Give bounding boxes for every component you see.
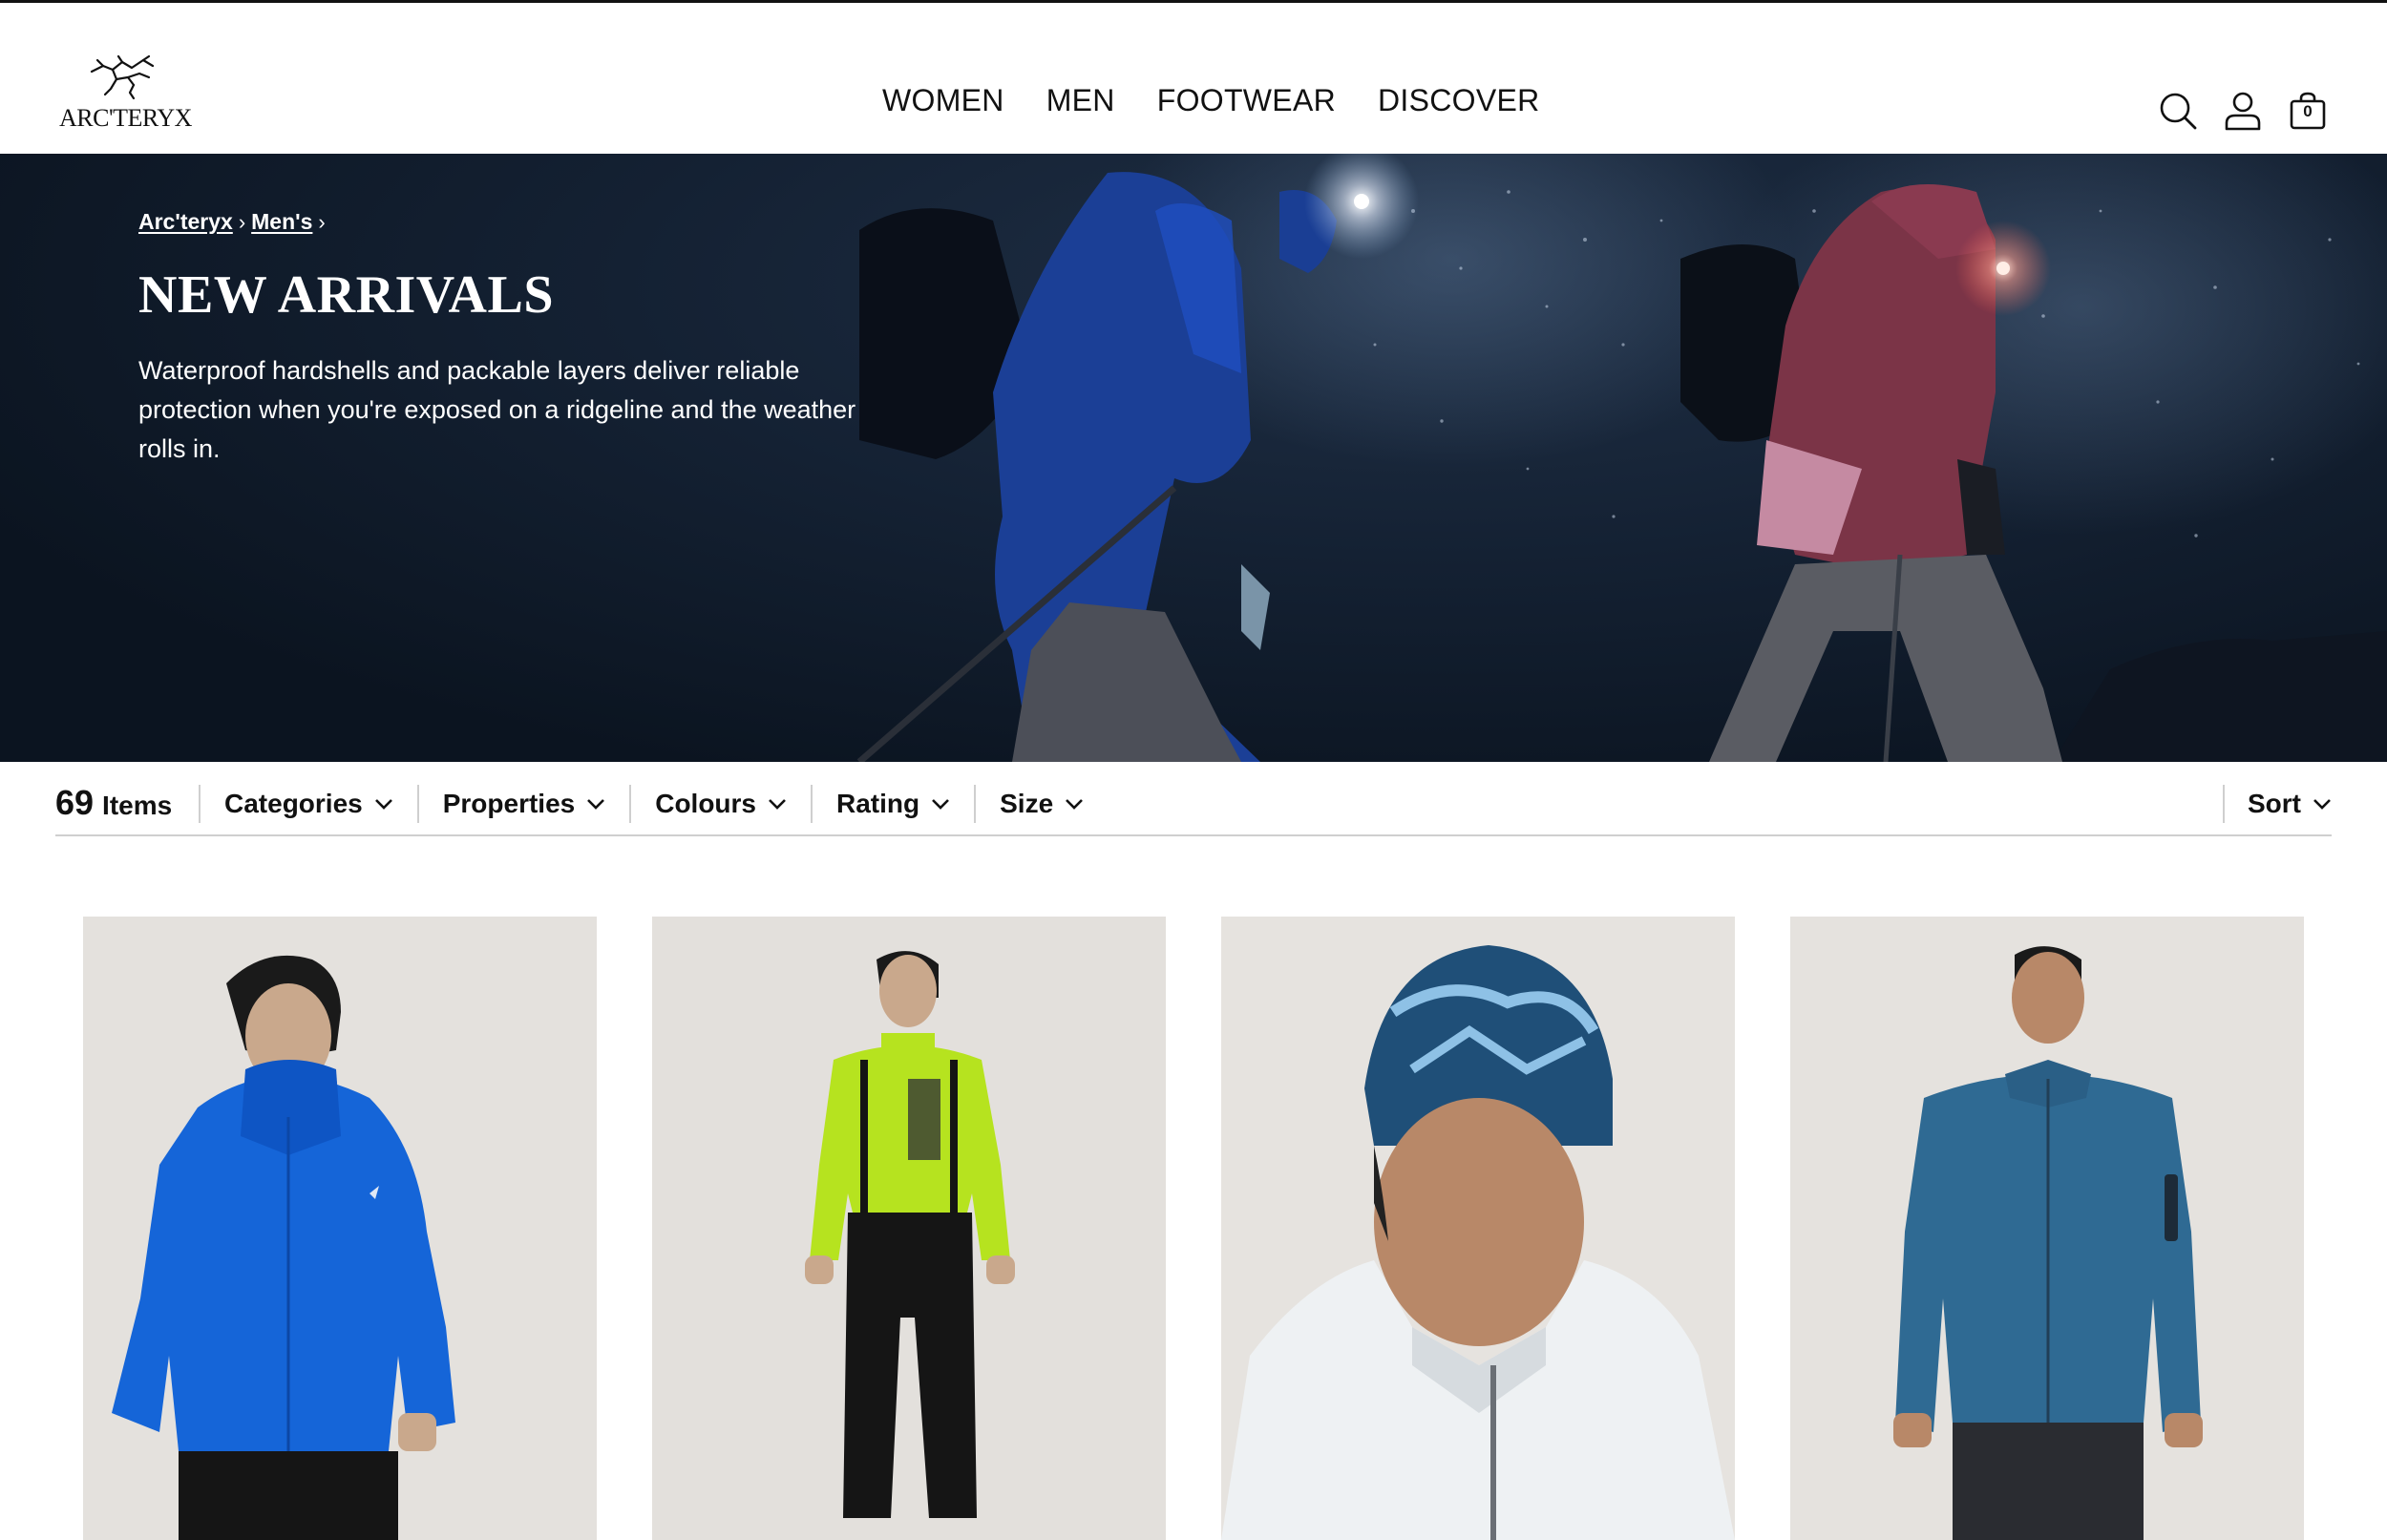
search-button[interactable] [2158, 91, 2198, 131]
item-count-label: Items [102, 791, 173, 820]
product-card[interactable] [1790, 917, 2304, 1540]
filter-bar: 69 Items Categories Properties Colours R… [55, 762, 2332, 836]
sort-label: Sort [2248, 789, 2301, 818]
brand-wordmark: ARC'TERYX [59, 104, 192, 132]
product-image [1221, 917, 1735, 1540]
chevron-down-icon [587, 799, 605, 810]
filter-list: Categories Properties Colours Rating Siz… [199, 785, 1108, 823]
nav-women[interactable]: WOMEN [882, 83, 1004, 118]
filter-size[interactable]: Size [974, 785, 1108, 823]
chevron-down-icon [374, 799, 392, 810]
item-count: 69 Items [55, 783, 172, 823]
filter-colours[interactable]: Colours [629, 785, 811, 823]
bag-button[interactable]: 0 [2288, 91, 2328, 131]
product-card[interactable] [83, 917, 597, 1540]
filter-label: Categories [224, 789, 363, 818]
filter-categories[interactable]: Categories [199, 785, 417, 823]
archaeopteryx-logo-icon [90, 54, 155, 100]
chevron-right-icon: › [318, 209, 326, 234]
search-icon [2160, 93, 2197, 130]
filter-label: Rating [836, 789, 920, 818]
product-image [83, 917, 597, 1540]
chevron-down-icon [769, 799, 786, 810]
filter-properties[interactable]: Properties [416, 785, 630, 823]
hero-banner: Arc'teryx › Men's › NEW ARRIVALS Waterpr… [0, 154, 2387, 762]
breadcrumb: Arc'teryx › Men's › [138, 209, 326, 235]
hero-description: Waterproof hardshells and packable layer… [138, 356, 856, 463]
filter-label: Properties [442, 789, 576, 818]
nav-discover[interactable]: DISCOVER [1378, 83, 1540, 118]
filter-rating[interactable]: Rating [811, 785, 974, 823]
product-image [652, 917, 1166, 1540]
chevron-right-icon: › [238, 209, 246, 234]
main-nav: WOMEN MEN FOOTWEAR DISCOVER [882, 83, 1540, 118]
product-image [1790, 917, 2304, 1540]
filter-label: Colours [655, 789, 756, 818]
bag-count: 0 [2303, 102, 2313, 120]
account-button[interactable] [2223, 91, 2263, 131]
item-count-number: 69 [55, 783, 95, 822]
account-icon [2225, 92, 2261, 131]
site-header: ARC'TERYX WOMEN MEN FOOTWEAR DISCOVER 0 [0, 3, 2387, 154]
product-card[interactable] [652, 917, 1166, 1540]
brand-logo[interactable]: ARC'TERYX [59, 53, 192, 133]
breadcrumb-mens[interactable]: Men's [251, 209, 312, 235]
breadcrumb-arcteryx[interactable]: Arc'teryx [138, 209, 233, 235]
sort-dropdown[interactable]: Sort [2223, 785, 2332, 823]
product-card[interactable] [1221, 917, 1735, 1540]
chevron-down-icon [1066, 799, 1084, 810]
chevron-down-icon [932, 799, 950, 810]
filter-label: Size [1000, 789, 1054, 818]
product-grid [83, 917, 2304, 1540]
nav-men[interactable]: MEN [1046, 83, 1115, 118]
nav-footwear[interactable]: FOOTWEAR [1157, 83, 1336, 118]
page-title: NEW ARRIVALS [138, 265, 554, 325]
chevron-down-icon [2313, 799, 2331, 810]
